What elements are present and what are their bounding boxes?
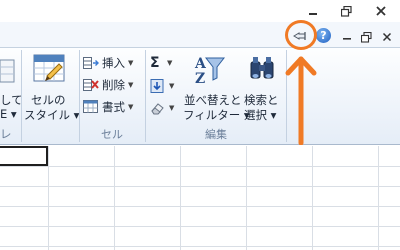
partial-format-button[interactable] [0,58,20,84]
cell-styles-label-2: スタイル ▾ [24,108,80,122]
insert-label: 挿入 [102,56,125,70]
sigma-icon: Σ [150,55,160,71]
format-cells-icon [83,100,98,113]
workbook-close-button[interactable] [379,30,395,44]
chevron-down-icon: ▼ [128,59,134,67]
insert-cells-icon [83,57,99,69]
chevron-down-icon: ▼ [169,104,175,112]
sort-filter-icon: A Z [194,56,226,86]
grid-col-line [378,146,379,250]
workbook-restore-button[interactable] [358,30,374,44]
annotation-arrow [285,56,317,145]
sort-filter-label-2: フィルター ▾ [183,108,250,122]
group-separator [21,50,22,142]
minimize-icon [309,13,317,15]
active-cell[interactable] [0,146,48,166]
sort-filter-button[interactable]: A Z 並べ替えと フィルター ▾ [183,50,250,122]
grid-row-line [0,246,400,247]
grid-col-line [312,146,313,250]
grid-col-line [180,146,181,250]
eraser-icon [151,103,164,115]
delete-button[interactable]: 削除 ▼ [83,76,133,94]
partial-label-2: E ▾ [0,107,17,121]
chevron-down-icon: ▼ [169,82,175,90]
cell-styles-label-1: セルの [31,93,66,107]
grid-row-line [0,206,400,207]
grid-col-line [246,146,247,250]
grid-row-line [0,186,400,187]
fill-down-icon [150,79,164,93]
help-button[interactable]: ? [316,28,331,43]
window-caption-bar [0,0,400,22]
partial-format-icon [0,59,15,83]
format-button[interactable]: 書式 ▼ [83,98,133,116]
autosum-button[interactable]: Σ ▼ [150,54,172,72]
cells-group-label: セル [101,128,123,141]
partial-label-1: して [0,93,23,107]
partial-group-label: レ [0,127,12,141]
restore-icon [340,5,352,17]
grid-col-line [48,146,49,250]
minimize-icon [343,38,351,40]
close-icon [376,6,386,16]
grid-row-line [0,166,400,167]
help-glyph: ? [320,29,327,42]
editing-group-label: 編集 [205,128,227,141]
app-close-button[interactable] [373,4,389,18]
sort-filter-label-1: 並べ替えと [184,93,242,107]
app-restore-button[interactable] [338,4,354,18]
close-icon [382,32,392,42]
workbook-minimize-button[interactable] [339,30,355,44]
grid-col-line [114,146,115,250]
cell-styles-icon [33,54,65,82]
restore-icon [360,31,372,43]
worksheet-grid[interactable] [0,146,400,250]
find-select-label-2: 選択 ▾ [244,108,277,122]
svg-text:A: A [194,56,207,72]
chevron-down-icon: ▼ [128,103,134,111]
insert-button[interactable]: 挿入 ▼ [83,54,133,72]
app-minimize-button[interactable] [305,4,321,18]
find-select-button[interactable]: 検索と 選択 ▾ [242,50,284,122]
binoculars-icon [250,57,274,79]
excel-window: ? して E ▾ レ セルの スタイル ▾ 挿入 ▼ 削除 ▼ 書式 ▼ セル … [0,0,400,250]
chevron-down-icon: ▼ [128,81,134,89]
annotation-circle [285,20,317,50]
svg-text:Z: Z [195,71,205,86]
format-label: 書式 [102,100,125,114]
cell-styles-button[interactable]: セルの スタイル ▾ [24,50,80,122]
find-select-label-1: 検索と [244,93,279,107]
delete-label: 削除 [102,78,125,92]
fill-button[interactable]: ▼ [150,77,174,95]
delete-cells-icon [83,79,99,91]
chevron-down-icon: ▼ [167,59,173,67]
grid-row-line [0,226,400,227]
clear-button[interactable]: ▼ [150,99,174,117]
